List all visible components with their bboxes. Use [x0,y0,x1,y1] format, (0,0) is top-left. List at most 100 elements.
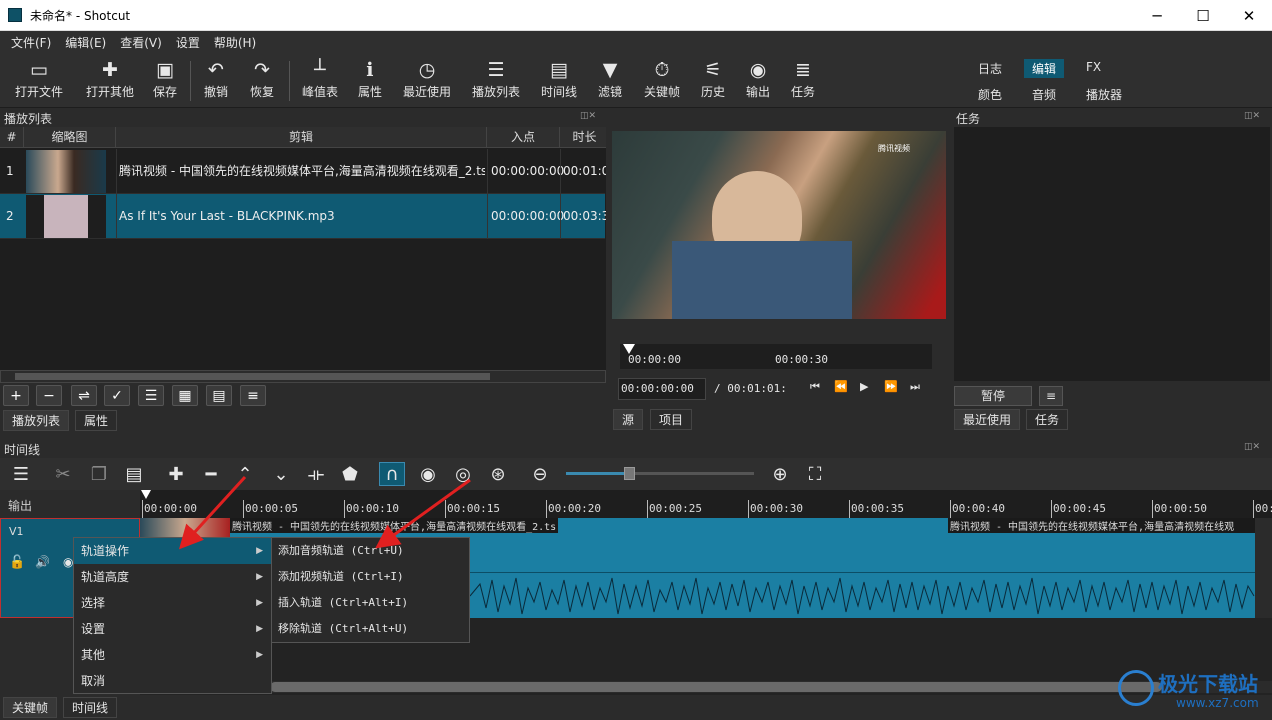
column-header-number[interactable]: # [0,127,24,148]
layout-editing[interactable]: 编辑 [1024,59,1065,78]
dock-float-close-icon[interactable]: ◫✕ [580,111,596,121]
eye-icon[interactable]: ◉ [63,555,73,569]
skip-end-button[interactable]: ⏭ [910,380,920,394]
playlist-button[interactable]: ☰ 播放列表 [470,57,522,105]
video-preview[interactable]: 腾讯视频 [612,131,946,319]
filters-button[interactable]: ▼ 滤镜 [595,57,625,105]
open-other-button[interactable]: ✚ 打开其他 [82,57,138,105]
overwrite-icon[interactable]: ⌄ [268,462,294,486]
playlist-add-button[interactable]: + [3,385,29,406]
dock-float-close-icon[interactable]: ◫✕ [1244,111,1260,121]
redo-button[interactable]: ↷ 恢复 [247,57,277,105]
pause-jobs-button[interactable]: 暂停 [954,386,1032,406]
column-header-thumbnail[interactable]: 缩略图 [24,127,116,148]
jobs-menu-button[interactable]: ≡ [1039,386,1063,406]
zoom-in-icon[interactable]: ⊕ [767,462,793,486]
playlist-row[interactable]: 1 腾讯视频 - 中国领先的在线视频媒体平台,海量高清视频在线观看_2.ts 0… [0,149,606,194]
tab-project[interactable]: 项目 [650,409,693,430]
timecode-field[interactable]: 00:00:00:00 [618,378,706,400]
tab-keyframes[interactable]: 关键帧 [3,697,58,718]
history-button[interactable]: ⚟ 历史 [698,57,728,105]
jobs-button[interactable]: ≣ 任务 [788,57,818,105]
menu-item-other[interactable]: 其他 ▶ [74,642,271,668]
scrollbar-thumb[interactable] [15,373,490,380]
ripple-delete-icon[interactable]: ━ [198,462,224,486]
append-icon[interactable]: ✚ [163,462,189,486]
scrub-icon[interactable]: ◉ [415,462,441,486]
playlist-menu-button[interactable]: ≡ [240,385,266,406]
properties-button[interactable]: ℹ 属性 [355,57,385,105]
zoom-out-icon[interactable]: ⊖ [527,462,553,486]
timeline-playhead-icon[interactable] [141,490,151,499]
layout-fx[interactable]: FX [1078,59,1109,78]
marker-icon[interactable]: ⬟ [337,462,363,486]
minimize-button[interactable]: ─ [1134,0,1180,31]
timeline-button[interactable]: ▤ 时间线 [538,57,580,105]
playlist-check-button[interactable]: ✓ [104,385,130,406]
zoom-slider-handle[interactable] [624,467,635,480]
skip-start-button[interactable]: ⏮ [810,380,820,394]
zoom-fit-icon[interactable]: ⛶ [802,462,828,486]
peak-meter-button[interactable]: ┴ 峰值表 [300,57,340,105]
menu-item-add-audio-track[interactable]: 添加音频轨道 (Ctrl+U) [272,538,469,564]
scrollbar-thumb[interactable] [270,682,1162,692]
layout-logging[interactable]: 日志 [970,59,1010,78]
timeline-menu-icon[interactable]: ☰ [8,462,34,486]
playlist-icons-view-button[interactable]: ▤ [206,385,232,406]
dock-float-close-icon[interactable]: ◫✕ [1244,442,1260,452]
rewind-button[interactable]: ⏪ [834,380,848,393]
layout-audio[interactable]: 音频 [1024,85,1064,104]
menu-item-track-height[interactable]: 轨道高度 ▶ [74,564,271,590]
menu-item-settings[interactable]: 设置 ▶ [74,616,271,642]
save-button[interactable]: ▣ 保存 [150,57,180,105]
playlist-update-button[interactable]: ⇌ [71,385,97,406]
play-button[interactable]: ▶ [860,380,868,393]
paste-icon[interactable]: ▤ [121,462,147,486]
playlist-hscrollbar[interactable] [0,370,606,383]
maximize-button[interactable]: ☐ [1180,0,1226,31]
tab-recent[interactable]: 最近使用 [954,409,1021,430]
ripple-all-icon[interactable]: ⊛ [485,462,511,486]
recent-button[interactable]: ◷ 最近使用 [400,57,454,105]
close-button[interactable]: ✕ [1226,0,1272,31]
tab-timeline[interactable]: 时间线 [63,697,118,718]
lock-icon[interactable]: 🔓 [9,555,25,570]
layout-color[interactable]: 颜色 [970,85,1010,104]
tab-playlist[interactable]: 播放列表 [3,410,70,431]
layout-player[interactable]: 播放器 [1078,85,1130,104]
tab-jobs[interactable]: 任务 [1026,409,1069,430]
lift-icon[interactable]: ⌃ [232,462,258,486]
column-header-clip[interactable]: 剪辑 [116,127,487,148]
export-button[interactable]: ◉ 输出 [743,57,773,105]
zoom-slider[interactable] [566,467,754,480]
playlist-tiles-view-button[interactable]: ▦ [172,385,198,406]
ripple-icon[interactable]: ◎ [450,462,476,486]
undo-button[interactable]: ↶ 撤销 [201,57,231,105]
speaker-icon[interactable]: 🔊 [35,555,50,569]
column-header-duration[interactable]: 时长 [560,127,606,148]
cut-icon[interactable]: ✂ [50,462,76,486]
menu-view[interactable]: 查看(V) [113,34,169,51]
menu-file[interactable]: 文件(F) [4,34,58,51]
split-icon[interactable]: ⟛ [303,462,329,486]
column-header-in[interactable]: 入点 [487,127,560,148]
menu-item-add-video-track[interactable]: 添加视频轨道 (Ctrl+I) [272,564,469,590]
playlist-remove-button[interactable]: − [36,385,62,406]
tab-properties[interactable]: 属性 [75,410,118,431]
playhead-icon[interactable] [623,344,635,354]
menu-item-track-operations[interactable]: 轨道操作 ▶ [74,538,271,564]
copy-icon[interactable]: ❐ [86,462,112,486]
playlist-details-view-button[interactable]: ☰ [138,385,164,406]
fast-forward-button[interactable]: ⏩ [884,380,898,393]
menu-help[interactable]: 帮助(H) [207,34,263,51]
menu-item-insert-track[interactable]: 插入轨道 (Ctrl+Alt+I) [272,590,469,616]
menu-edit[interactable]: 编辑(E) [58,34,113,51]
menu-settings[interactable]: 设置 [169,34,207,51]
tab-source[interactable]: 源 [613,409,644,430]
timeline-hscrollbar[interactable] [140,681,1272,693]
timeline-ruler[interactable]: 00:00:00 00:00:05 00:00:10 00:00:15 00:0… [140,490,1272,518]
open-file-button[interactable]: ▭ 打开文件 [14,57,64,105]
snap-magnet-icon[interactable]: ∩ [379,462,405,486]
playlist-row-selected[interactable]: 2 As If It's Your Last - BLACKPINK.mp3 0… [0,194,606,239]
keyframes-button[interactable]: ⏱ 关键帧 [641,57,683,105]
